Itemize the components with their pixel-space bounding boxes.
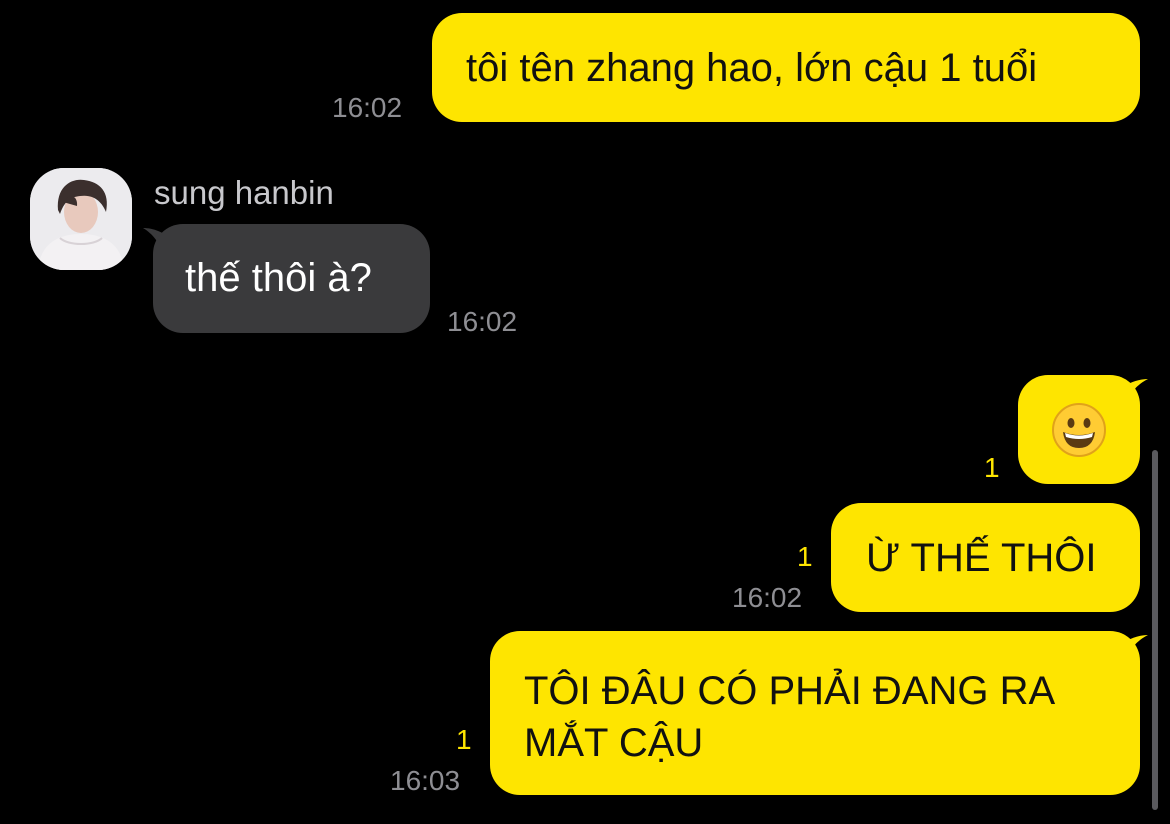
outgoing-message-bubble[interactable]: Ừ THẾ THÔI [831, 503, 1140, 612]
message-timestamp: 16:02 [732, 582, 803, 613]
scrollbar[interactable] [1152, 450, 1158, 810]
unread-count: 1 [984, 452, 1000, 483]
message-text: Ừ THẾ THÔI [866, 536, 1097, 580]
message-timestamp: 16:03 [390, 765, 461, 796]
unread-count: 1 [797, 541, 813, 572]
message-text: thế thôi à? [185, 256, 372, 300]
sender-name: sung hanbin [154, 174, 334, 211]
message-timestamp: 16:02 [447, 306, 518, 337]
chat-message-list[interactable]: tôi tên zhang hao, lớn cậu 1 tuổi 16:02 … [0, 0, 1170, 824]
message-timestamp: 16:02 [332, 92, 403, 123]
message-text-line: TÔI ĐÂU CÓ PHẢI ĐANG RA [524, 669, 1056, 713]
outgoing-message-bubble[interactable] [1018, 375, 1140, 484]
message-text-line: MẮT CẬU [524, 721, 704, 765]
grinning-face-emoji-icon [1052, 402, 1106, 457]
avatar-photo-icon [30, 168, 132, 270]
outgoing-message-bubble[interactable]: tôi tên zhang hao, lớn cậu 1 tuổi [432, 13, 1140, 122]
sender-avatar[interactable] [30, 168, 132, 270]
unread-count: 1 [456, 724, 472, 755]
outgoing-message-bubble[interactable]: TÔI ĐÂU CÓ PHẢI ĐANG RA MẮT CẬU [490, 631, 1140, 795]
message-text: tôi tên zhang hao, lớn cậu 1 tuổi [466, 46, 1038, 90]
incoming-message-bubble[interactable]: thế thôi à? [153, 224, 430, 333]
